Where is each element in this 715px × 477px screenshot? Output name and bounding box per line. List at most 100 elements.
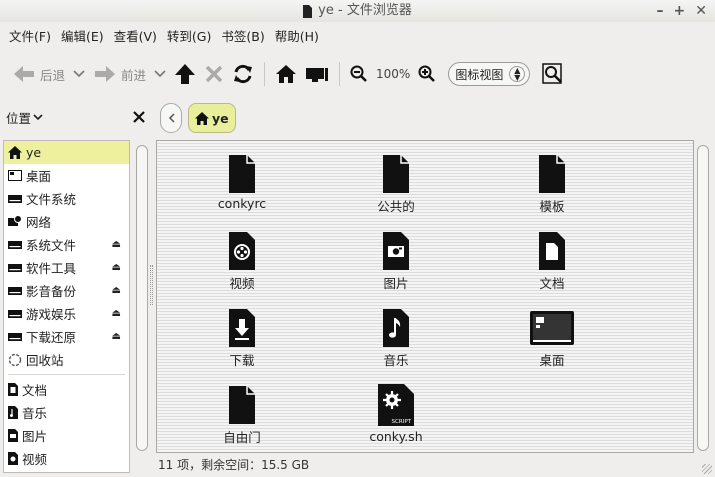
file-name: 音乐 (383, 353, 409, 368)
file-item[interactable]: 公共的 (336, 155, 456, 215)
file-item[interactable]: 模板 (492, 155, 612, 215)
forward-history-dropdown[interactable] (150, 59, 170, 89)
places-dropdown[interactable]: 位置 (6, 108, 43, 127)
file-item[interactable]: 视频 (182, 232, 302, 292)
script-file-icon: SCRIPT (378, 384, 414, 426)
reload-button[interactable] (228, 59, 258, 89)
music-folder-icon (383, 309, 409, 347)
menu-help[interactable]: 帮助(H) (270, 26, 324, 48)
breadcrumb-home[interactable]: ye (188, 103, 236, 133)
close-window-button[interactable]: ✕ (695, 0, 707, 22)
places-sidebar: ye 桌面 文件系统 网络 系统文件 ⏏ 软件工具 ⏏ 影音备份 ⏏ 游戏娱乐 … (3, 140, 130, 473)
sidebar-scrollbar[interactable] (136, 145, 148, 451)
file-name: 桌面 (539, 353, 565, 368)
drive-icon (8, 240, 22, 249)
file-item[interactable]: conkyrc (182, 155, 302, 211)
up-button[interactable] (170, 59, 200, 89)
window-resize-grip[interactable] (702, 464, 712, 474)
music-folder-icon (8, 406, 18, 419)
back-arrow-icon (14, 66, 34, 82)
file-item[interactable]: 下载 (182, 309, 302, 369)
file-item[interactable]: 自由门 (182, 386, 302, 446)
sidebar-item-network[interactable]: 网络 (4, 210, 129, 233)
eject-icon[interactable]: ⏏ (112, 239, 121, 250)
sidebar-bookmark-documents[interactable]: 文档 (4, 378, 129, 401)
sidebar-item-label: 文件系统 (26, 192, 77, 207)
chevron-down-icon (33, 113, 43, 120)
sidebar-bookmark-pictures[interactable]: 图片 (4, 424, 129, 447)
view-mode-select[interactable]: 图标视图 ▲ ▼ (448, 62, 531, 86)
sidebar-item-drive[interactable]: 系统文件 ⏏ (4, 233, 129, 256)
zoom-out-button[interactable] (346, 59, 372, 89)
sidebar-item-label: 文档 (22, 383, 48, 398)
eject-icon[interactable]: ⏏ (112, 262, 121, 273)
sidebar-bookmark-videos[interactable]: 视频 (4, 447, 129, 470)
sidebar-item-drive[interactable]: 影音备份 ⏏ (4, 279, 129, 302)
folder-icon (383, 155, 409, 193)
forward-button[interactable]: 前进 (89, 59, 150, 89)
home-icon (8, 146, 22, 159)
file-item[interactable]: 桌面 (492, 309, 612, 369)
stop-button[interactable] (200, 59, 228, 89)
reload-icon (234, 64, 253, 84)
eject-icon[interactable]: ⏏ (112, 285, 121, 296)
back-history-dropdown[interactable] (69, 59, 89, 89)
file-item[interactable]: 文档 (492, 232, 612, 292)
sidebar-item-label: 回收站 (26, 353, 64, 368)
status-bar: 11 项，剩余空间：15.5 GB (158, 458, 310, 472)
sidebar-item-label: 系统文件 (26, 238, 77, 253)
eject-icon[interactable]: ⏏ (112, 308, 121, 319)
file-item[interactable]: 图片 (336, 232, 456, 292)
file-item[interactable]: SCRIPT conky.sh (336, 384, 456, 444)
menu-file[interactable]: 文件(F) (4, 26, 56, 48)
zoom-in-button[interactable] (414, 59, 440, 89)
sidebar-item-label: 网络 (26, 215, 52, 230)
back-label: 后退 (40, 67, 66, 83)
sidebar-item-label: 影音备份 (26, 284, 77, 299)
file-item[interactable]: 音乐 (336, 309, 456, 369)
sidebar-item-label: 音乐 (22, 406, 48, 421)
network-icon (8, 215, 22, 226)
sidebar-bookmark-music[interactable]: 音乐 (4, 401, 129, 424)
sidebar-item-label: 桌面 (26, 169, 52, 184)
zoom-in-icon (418, 65, 436, 82)
close-sidebar-icon[interactable] (132, 110, 146, 124)
sidebar-item-drive[interactable]: 游戏娱乐 ⏏ (4, 302, 129, 325)
computer-button[interactable] (301, 59, 333, 89)
sidebar-item-trash[interactable]: 回收站 (4, 348, 129, 371)
file-name: 图片 (383, 276, 409, 291)
toolbar-separator (339, 62, 341, 86)
file-name: 视频 (229, 276, 255, 291)
maximize-button[interactable]: + (674, 0, 686, 22)
breadcrumb-label: ye (212, 110, 229, 126)
eject-icon[interactable]: ⏏ (112, 331, 121, 342)
sidebar-item-filesystem[interactable]: 文件系统 (4, 187, 129, 210)
file-name: conky.sh (369, 429, 423, 444)
file-icon-view[interactable]: conkyrc 公共的 模板 视频 图片 文档 下载 音乐 桌面 自由门 SCR… (156, 140, 694, 453)
stop-icon (205, 65, 223, 83)
sidebar-header: 位置 (6, 106, 146, 128)
sidebar-item-drive[interactable]: 下载还原 ⏏ (4, 325, 129, 348)
menu-go[interactable]: 转到(G) (162, 26, 216, 48)
sidebar-item-home[interactable]: ye (4, 141, 129, 164)
menu-edit[interactable]: 编辑(E) (56, 26, 109, 48)
path-bar: ye (160, 103, 236, 133)
sidebar-item-desktop[interactable]: 桌面 (4, 164, 129, 187)
chevron-down-icon (73, 70, 85, 78)
sidebar-item-label: 软件工具 (26, 261, 77, 276)
menu-view[interactable]: 查看(V) (109, 26, 162, 48)
sidebar-item-drive[interactable]: 软件工具 ⏏ (4, 256, 129, 279)
pane-resize-grip[interactable] (150, 265, 153, 305)
home-button[interactable] (271, 59, 301, 89)
icon-view-scrollbar[interactable] (697, 145, 709, 451)
menu-bookmarks[interactable]: 书签(B) (216, 26, 269, 48)
path-scroll-left-button[interactable] (160, 103, 182, 133)
places-label: 位置 (6, 110, 32, 126)
drive-icon (8, 309, 22, 318)
pictures-folder-icon (383, 232, 409, 270)
file-name: 公共的 (377, 199, 415, 214)
minimize-button[interactable]: – (657, 0, 664, 22)
back-button[interactable]: 后退 (8, 59, 69, 89)
search-button[interactable] (538, 59, 568, 89)
folder-icon (229, 155, 255, 193)
